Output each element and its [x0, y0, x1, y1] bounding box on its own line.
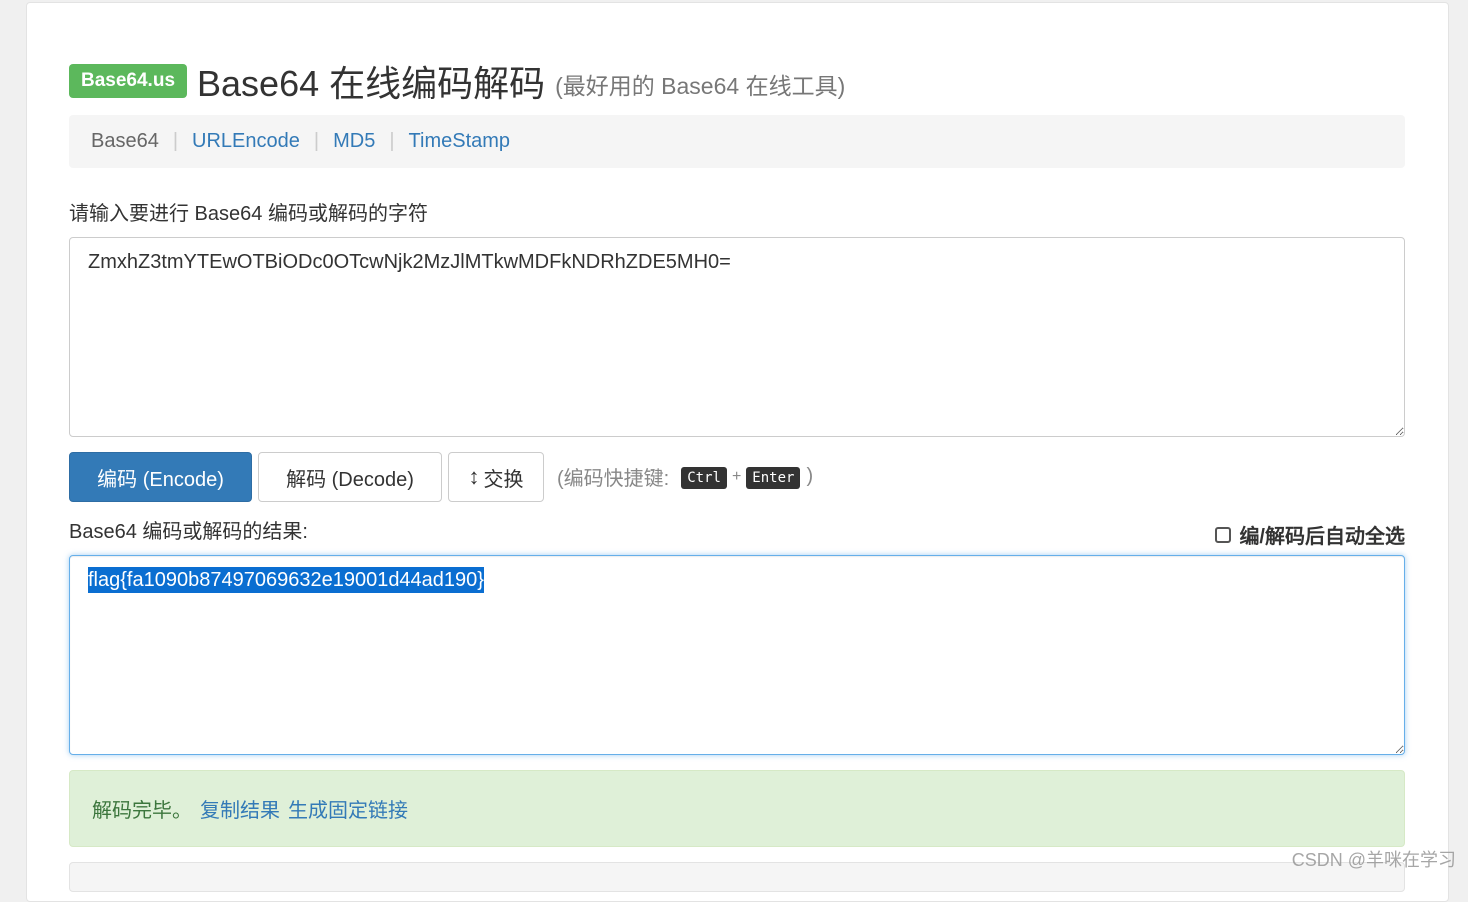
decode-button[interactable]: 解码 (Decode)	[258, 452, 442, 502]
nav-item-timestamp[interactable]: TimeStamp	[409, 130, 511, 153]
bottom-panel	[69, 862, 1405, 892]
up-down-arrow-icon: ↕	[468, 464, 480, 489]
shortcut-plus: +	[731, 467, 742, 485]
permalink-link[interactable]: 生成固定链接	[288, 794, 408, 823]
input-label: 请输入要进行 Base64 编码或解码的字符	[69, 203, 428, 225]
shortcut-hint: (编码快捷键: Ctrl + Enter )	[557, 462, 813, 491]
tool-nav: Base64 | URLEncode | MD5 | TimeStamp	[69, 115, 1405, 168]
autoselect-checkbox[interactable]	[1215, 526, 1232, 543]
status-alert: 解码完毕。 复制结果 生成固定链接	[69, 770, 1405, 847]
kbd-enter: Enter	[746, 466, 801, 489]
decode-button-label: 解码 (Decode)	[286, 468, 414, 491]
result-label: Base64 编码或解码的结果:	[69, 521, 308, 543]
nav-item-md5[interactable]: MD5	[333, 130, 375, 153]
nav-item-base64[interactable]: Base64	[91, 130, 159, 153]
page-title: Base64 在线编码解码	[197, 63, 546, 104]
brand-badge[interactable]: Base64.us	[69, 64, 188, 98]
shortcut-prefix: (编码快捷键:	[557, 468, 670, 490]
page-subtitle: (最好用的 Base64 在线工具)	[555, 73, 846, 99]
swap-button-label: 交换	[483, 468, 524, 491]
input-textarea[interactable]: ZmxhZ3tmYTEwOTBiODc0OTcwNjk2MzJlMTkwMDFk…	[69, 237, 1405, 437]
nav-separator: |	[172, 130, 179, 152]
autoselect-toggle[interactable]: 编/解码后自动全选	[1215, 520, 1405, 549]
watermark: CSDN @羊咪在学习	[1291, 850, 1456, 870]
swap-button[interactable]: ↕ 交换	[448, 452, 544, 502]
result-textarea[interactable]	[69, 555, 1405, 755]
encode-button[interactable]: 编码 (Encode)	[69, 452, 252, 502]
nav-item-urlencode[interactable]: URLEncode	[192, 130, 300, 153]
nav-separator: |	[313, 130, 320, 152]
autoselect-label: 编/解码后自动全选	[1239, 526, 1405, 548]
kbd-ctrl: Ctrl	[681, 466, 727, 489]
shortcut-suffix: )	[806, 465, 814, 487]
page-header: Base64.us Base64 在线编码解码 (最好用的 Base64 在线工…	[69, 58, 845, 104]
nav-separator: |	[389, 130, 395, 152]
status-text: 解码完毕。	[92, 800, 192, 822]
copy-result-link[interactable]: 复制结果	[200, 794, 280, 823]
